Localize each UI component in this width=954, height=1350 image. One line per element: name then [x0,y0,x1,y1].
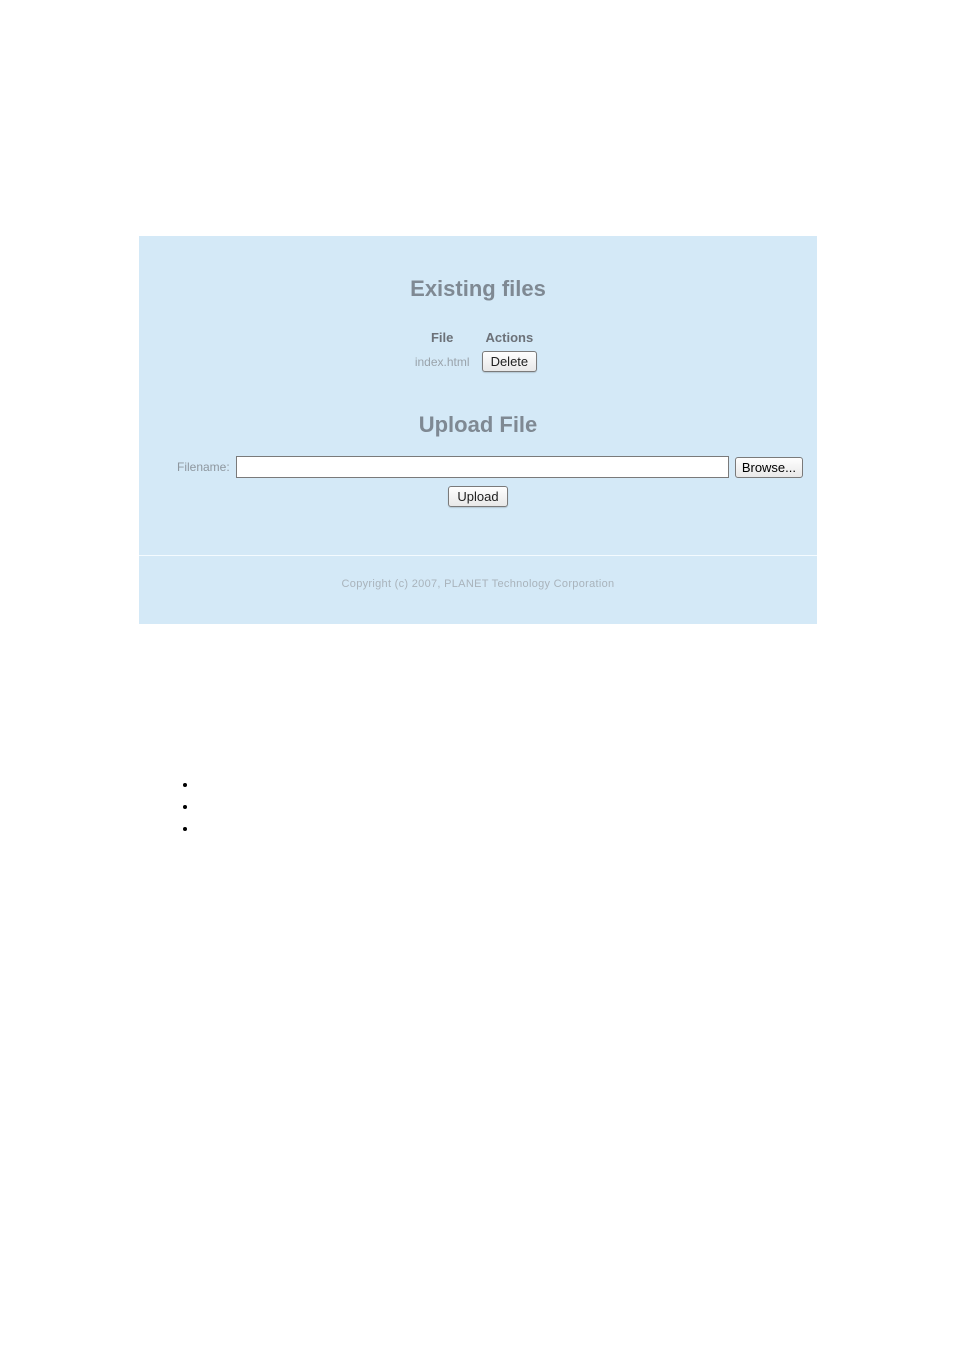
filename-label: Filename: [177,460,230,474]
table-header-row: File Actions [415,330,541,345]
filename-input[interactable] [236,456,729,478]
bullet-item [198,820,202,824]
bullet-item [198,798,202,802]
file-name-cell: index.html [415,351,470,372]
bullet-list [198,776,202,842]
upload-file-heading: Upload File [139,378,817,456]
column-header-actions: Actions [478,330,542,345]
browse-button[interactable]: Browse... [735,457,803,478]
table-row: index.html Delete [415,351,541,372]
upload-form-row: Filename: Browse... [139,456,817,478]
delete-button[interactable]: Delete [482,351,538,372]
file-actions-cell: Delete [478,351,542,372]
existing-files-heading: Existing files [139,236,817,324]
column-header-file: File [415,330,470,345]
upload-button-row: Upload [139,478,817,555]
file-manager-panel: Existing files File Actions index.html D… [139,236,817,624]
bullet-item [198,776,202,780]
upload-button[interactable]: Upload [448,486,507,507]
existing-files-table: File Actions index.html Delete [407,324,549,378]
copyright-text: Copyright (c) 2007, PLANET Technology Co… [139,556,817,624]
